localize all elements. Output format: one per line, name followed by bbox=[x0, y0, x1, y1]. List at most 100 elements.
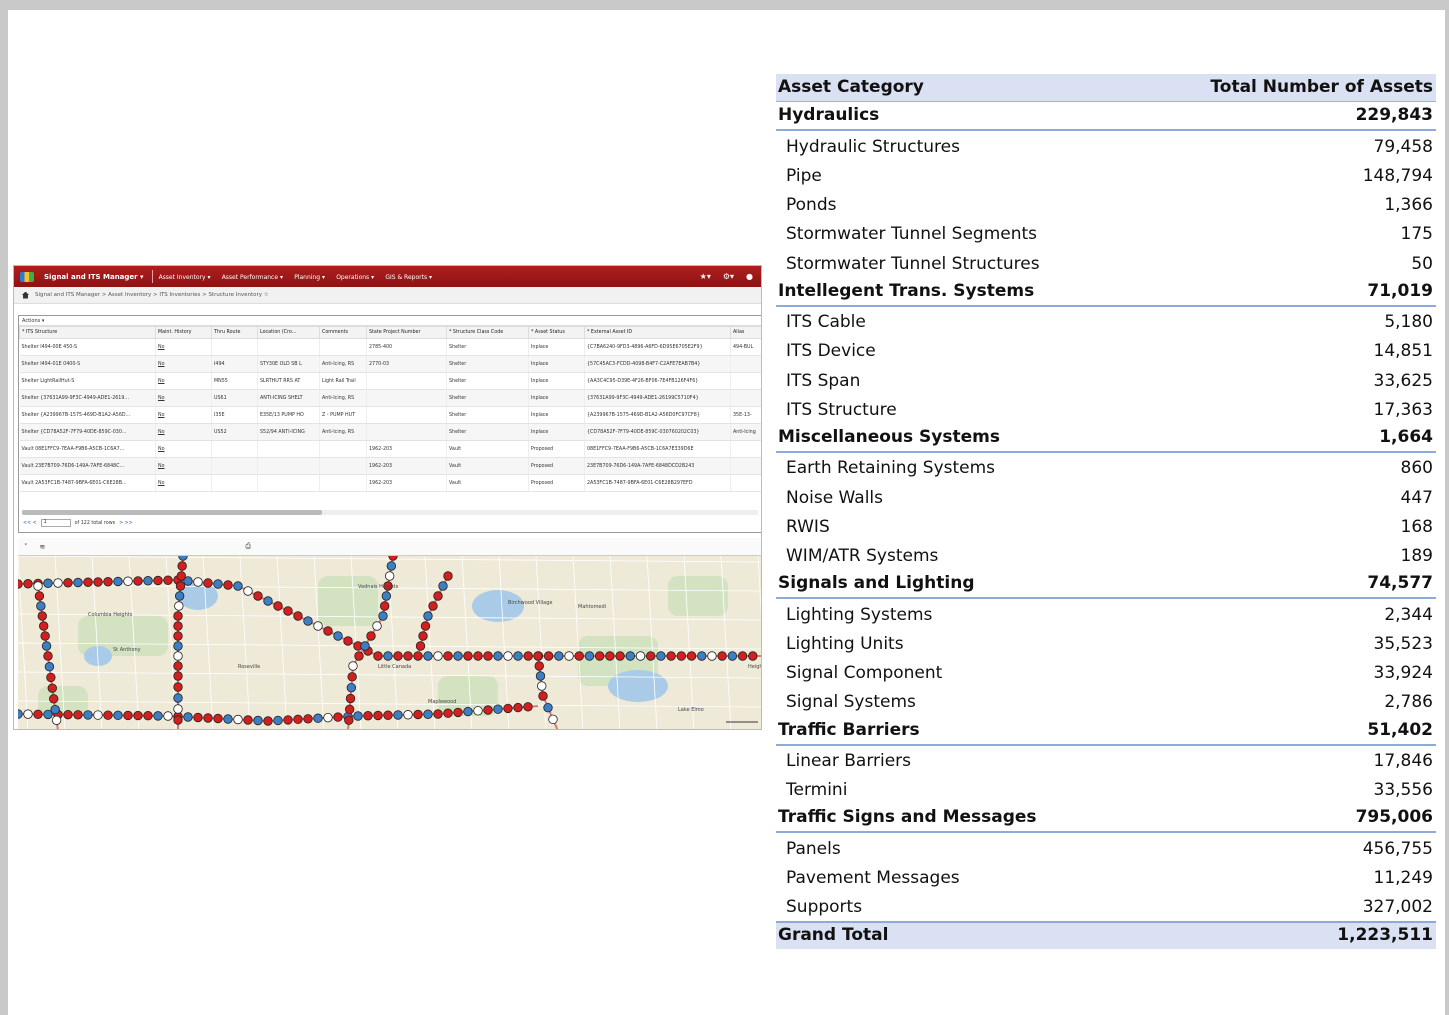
asset-marker[interactable] bbox=[403, 651, 413, 661]
asset-marker[interactable] bbox=[383, 651, 393, 661]
asset-marker[interactable] bbox=[423, 611, 433, 621]
layers-icon[interactable]: ≋ bbox=[40, 543, 46, 551]
asset-marker[interactable] bbox=[443, 708, 453, 718]
asset-marker[interactable] bbox=[333, 631, 343, 641]
column-header[interactable]: Alias bbox=[730, 326, 761, 339]
asset-marker[interactable] bbox=[503, 703, 513, 714]
asset-marker[interactable] bbox=[63, 578, 73, 588]
nav-asset-performance[interactable]: Asset Performance ▾ bbox=[222, 274, 283, 281]
asset-marker[interactable] bbox=[393, 651, 403, 661]
asset-marker[interactable] bbox=[50, 704, 60, 715]
asset-marker[interactable] bbox=[51, 715, 62, 725]
asset-marker[interactable] bbox=[635, 651, 646, 661]
asset-marker[interactable] bbox=[697, 651, 707, 661]
asset-marker[interactable] bbox=[354, 651, 364, 661]
asset-marker[interactable] bbox=[543, 702, 553, 713]
asset-marker[interactable] bbox=[36, 601, 46, 611]
asset-marker[interactable] bbox=[173, 621, 183, 631]
asset-marker[interactable] bbox=[44, 662, 55, 672]
asset-marker[interactable] bbox=[344, 704, 355, 715]
asset-marker[interactable] bbox=[393, 710, 403, 720]
pager-next[interactable]: > >> bbox=[119, 521, 133, 526]
asset-marker[interactable] bbox=[43, 651, 53, 661]
asset-marker[interactable] bbox=[543, 651, 554, 661]
asset-marker[interactable] bbox=[43, 578, 53, 588]
asset-marker[interactable] bbox=[366, 631, 376, 641]
asset-marker[interactable] bbox=[483, 705, 493, 715]
asset-marker[interactable] bbox=[534, 661, 544, 671]
asset-marker[interactable] bbox=[381, 591, 392, 601]
asset-marker[interactable] bbox=[223, 714, 233, 724]
asset-marker[interactable] bbox=[523, 651, 533, 661]
asset-marker[interactable] bbox=[323, 712, 333, 723]
asset-marker[interactable] bbox=[554, 651, 564, 661]
asset-marker[interactable] bbox=[537, 681, 547, 691]
asset-marker[interactable] bbox=[403, 710, 413, 720]
asset-marker[interactable] bbox=[133, 576, 143, 586]
collapse-icon[interactable]: ˅ bbox=[24, 543, 28, 551]
asset-marker[interactable] bbox=[384, 571, 395, 581]
maint-history-link[interactable]: No bbox=[155, 355, 212, 373]
asset-marker[interactable] bbox=[34, 591, 45, 601]
asset-marker[interactable] bbox=[584, 651, 595, 661]
asset-marker[interactable] bbox=[173, 641, 183, 651]
asset-marker[interactable] bbox=[173, 611, 183, 621]
page-number-input[interactable]: 1 bbox=[40, 519, 71, 527]
asset-marker[interactable] bbox=[243, 586, 253, 596]
asset-marker[interactable] bbox=[748, 651, 758, 661]
asset-marker[interactable] bbox=[23, 709, 33, 719]
asset-marker[interactable] bbox=[203, 713, 213, 723]
asset-marker[interactable] bbox=[223, 580, 233, 590]
asset-marker[interactable] bbox=[273, 715, 283, 726]
asset-marker[interactable] bbox=[538, 691, 548, 701]
table-row[interactable]: Vault 23E7B709-76D6-149A-7AFE-6848C... No… bbox=[19, 457, 761, 475]
column-header[interactable]: Comments bbox=[319, 326, 367, 339]
asset-marker[interactable] bbox=[513, 651, 523, 661]
asset-marker[interactable] bbox=[113, 576, 123, 587]
asset-marker[interactable] bbox=[343, 636, 353, 646]
asset-marker[interactable] bbox=[386, 561, 397, 571]
asset-marker[interactable] bbox=[347, 672, 357, 682]
star-icon[interactable]: ★▾ bbox=[700, 272, 711, 281]
asset-marker[interactable] bbox=[283, 715, 293, 725]
asset-marker[interactable] bbox=[33, 581, 43, 591]
asset-marker[interactable] bbox=[548, 714, 558, 725]
maint-history-link[interactable]: No bbox=[155, 389, 212, 407]
table-row[interactable]: Shelter {37631A99-9F3C-4949-ADE1-2619...… bbox=[19, 389, 761, 407]
asset-marker[interactable] bbox=[373, 651, 383, 661]
asset-marker[interactable] bbox=[676, 651, 687, 661]
asset-marker[interactable] bbox=[418, 631, 428, 641]
asset-marker[interactable] bbox=[273, 601, 283, 611]
asset-marker[interactable] bbox=[293, 714, 303, 725]
asset-marker[interactable] bbox=[344, 715, 354, 725]
maint-history-link[interactable]: No bbox=[155, 338, 212, 356]
asset-marker[interactable] bbox=[133, 710, 143, 721]
asset-marker[interactable] bbox=[243, 715, 253, 725]
nav-operations[interactable]: Operations ▾ bbox=[336, 274, 374, 281]
asset-marker[interactable] bbox=[293, 611, 303, 621]
asset-marker[interactable] bbox=[313, 621, 323, 631]
column-header[interactable]: State Project Number bbox=[366, 326, 447, 339]
asset-marker[interactable] bbox=[173, 715, 183, 725]
maint-history-link[interactable]: No bbox=[155, 457, 212, 475]
asset-marker[interactable] bbox=[123, 576, 133, 586]
asset-marker[interactable] bbox=[737, 651, 748, 661]
asset-marker[interactable] bbox=[103, 577, 113, 587]
asset-marker[interactable] bbox=[93, 577, 103, 587]
column-header[interactable]: Location (Cro... bbox=[257, 326, 320, 339]
asset-marker[interactable] bbox=[360, 641, 370, 651]
maint-history-link[interactable]: No bbox=[155, 474, 212, 492]
nav-planning[interactable]: Planning ▾ bbox=[294, 274, 325, 281]
asset-marker[interactable] bbox=[594, 651, 605, 661]
asset-marker[interactable] bbox=[383, 710, 393, 720]
asset-marker[interactable] bbox=[707, 651, 717, 661]
asset-marker[interactable] bbox=[263, 716, 273, 726]
asset-marker[interactable] bbox=[345, 693, 356, 704]
asset-marker[interactable] bbox=[646, 651, 656, 661]
asset-marker[interactable] bbox=[113, 710, 123, 721]
asset-marker[interactable] bbox=[213, 579, 223, 589]
asset-marker[interactable] bbox=[203, 578, 213, 588]
asset-marker[interactable] bbox=[63, 709, 73, 720]
asset-marker[interactable] bbox=[605, 651, 615, 661]
asset-marker[interactable] bbox=[686, 651, 697, 661]
